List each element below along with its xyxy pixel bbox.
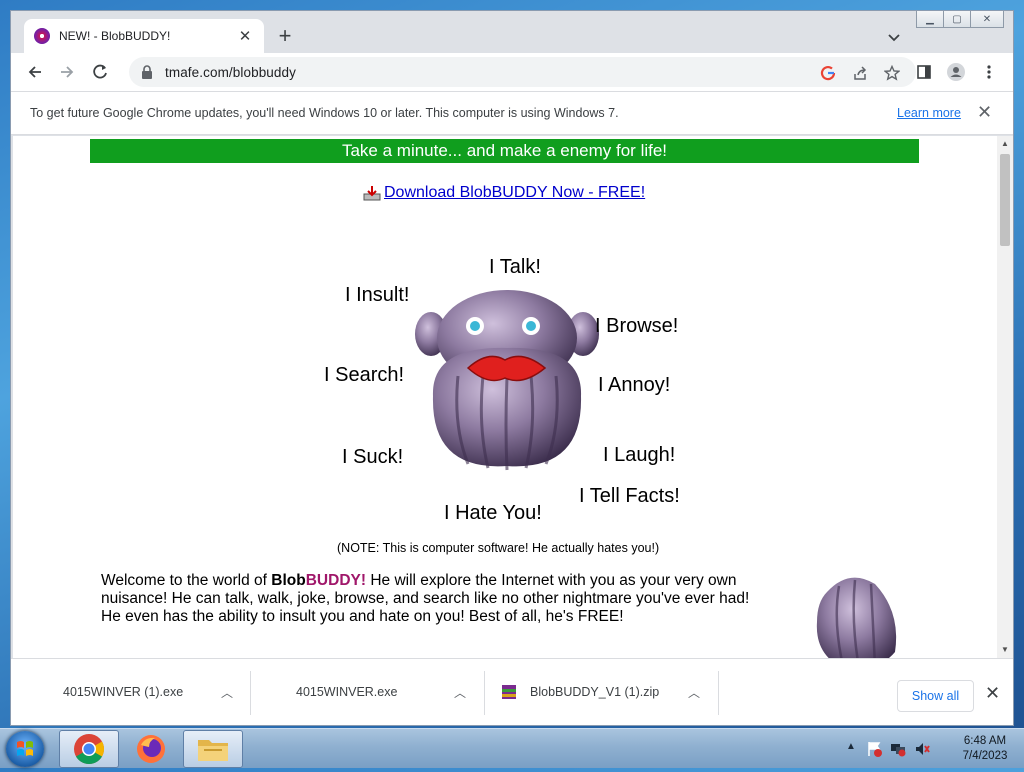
download-item[interactable]: 4015WINVER (1).exe ︿	[11, 659, 249, 725]
download-row: Download BlobBUDDY Now - FREE!	[363, 184, 645, 202]
infobar-close-icon[interactable]: ✕	[977, 102, 992, 123]
chevron-up-icon[interactable]: ︿	[688, 684, 700, 701]
tab-favicon-icon	[34, 28, 50, 44]
windows-logo-icon	[17, 741, 33, 756]
kebab-menu-icon	[987, 65, 991, 79]
label-insult: I Insult!	[345, 284, 410, 306]
menu-button[interactable]	[976, 60, 1002, 84]
label-suck: I Suck!	[342, 446, 404, 468]
blobbuddy-image	[415, 290, 599, 471]
label-search: I Search!	[324, 364, 405, 386]
blob-side-image	[816, 577, 897, 658]
firefox-icon	[137, 735, 165, 763]
minimize-button[interactable]: ▁	[916, 11, 944, 28]
scrollbar-thumb[interactable]	[1000, 154, 1010, 246]
address-bar[interactable]: tmafe.com/blobbuddy	[129, 57, 916, 87]
taskbar-firefox[interactable]	[121, 730, 181, 768]
reload-button[interactable]	[87, 60, 113, 84]
back-button[interactable]	[22, 60, 48, 84]
forward-arrow-icon	[61, 66, 74, 78]
reload-icon	[93, 64, 107, 79]
download-filename: BlobBUDDY_V1 (1).zip	[530, 685, 660, 699]
maximize-button[interactable]: ▢	[943, 11, 971, 28]
tray-expand-icon[interactable]: ▲	[846, 741, 856, 752]
download-filename: 4015WINVER (1).exe	[63, 685, 184, 699]
download-filename: 4015WINVER.exe	[296, 685, 398, 699]
page-scrollbar[interactable]: ▲ ▼	[997, 136, 1013, 658]
start-button[interactable]	[6, 731, 44, 767]
brand-buddy: BUDDY!	[305, 572, 367, 589]
system-tray: ▲ 6:48 AM 7/4/2023	[840, 729, 1024, 769]
scroll-up-icon[interactable]: ▲	[1001, 139, 1009, 148]
share-icon[interactable]	[851, 64, 869, 82]
url-text: tmafe.com/blobbuddy	[165, 64, 296, 80]
chevron-up-icon[interactable]: ︿	[221, 684, 233, 701]
label-laugh: I Laugh!	[603, 444, 676, 466]
shelf-divider	[718, 671, 719, 715]
download-shelf: 4015WINVER (1).exe ︿ 4015WINVER.exe ︿ Bl…	[11, 658, 1013, 725]
chrome-icon	[74, 734, 105, 765]
clock[interactable]: 6:48 AM 7/4/2023	[948, 734, 1022, 764]
side-panel-button[interactable]	[911, 60, 937, 84]
download-icon	[363, 186, 381, 201]
tab-blobbuddy[interactable]: NEW! - BlobBUDDY! ✕	[24, 19, 264, 53]
lock-icon	[142, 65, 152, 79]
taskbar-chrome[interactable]	[59, 730, 119, 768]
update-infobar: To get future Google Chrome updates, you…	[11, 91, 1013, 135]
tab-close-icon[interactable]: ✕	[236, 27, 254, 45]
welcome-intro: Welcome to the world of	[101, 572, 272, 589]
note-text: (NOTE: This is computer software! He act…	[337, 541, 660, 555]
download-item[interactable]: 4015WINVER.exe ︿	[251, 659, 483, 725]
network-icon[interactable]	[890, 741, 906, 757]
tab-search-button[interactable]	[883, 27, 905, 47]
sidepanel-icon	[917, 65, 931, 79]
taskbar-explorer[interactable]	[183, 730, 243, 768]
clock-time: 6:48 AM	[963, 735, 1007, 747]
folder-icon	[198, 740, 228, 761]
clock-date: 7/4/2023	[962, 750, 1008, 762]
brand-blob: Blob	[271, 572, 306, 589]
download-item[interactable]: BlobBUDDY_V1 (1).zip ︿	[485, 659, 717, 725]
star-icon[interactable]	[883, 64, 901, 82]
close-window-button[interactable]: ✕	[970, 11, 1004, 28]
learn-more-link[interactable]: Learn more	[897, 106, 961, 120]
label-browse: I Browse!	[595, 315, 679, 337]
forward-button[interactable]	[54, 60, 80, 84]
browser-window: NEW! - BlobBUDDY! ✕ + ▁ ▢ ✕ tmafe.com/bl…	[10, 10, 1014, 726]
label-hate: I Hate You!	[444, 502, 542, 524]
banner: Take a minute... and make a enemy for li…	[90, 139, 919, 163]
taskbar: ▲ 6:48 AM 7/4/2023	[0, 728, 1024, 768]
scroll-down-icon[interactable]: ▼	[1001, 645, 1009, 654]
back-arrow-icon	[28, 66, 41, 78]
shelf-close-icon[interactable]: ✕	[985, 683, 1000, 704]
profile-icon	[947, 63, 965, 81]
new-tab-button[interactable]: +	[273, 25, 297, 49]
browser-toolbar: tmafe.com/blobbuddy	[11, 53, 1013, 91]
profile-button[interactable]	[943, 60, 969, 84]
tab-title: NEW! - BlobBUDDY!	[59, 29, 171, 43]
tab-strip: NEW! - BlobBUDDY! ✕ + ▁ ▢ ✕	[11, 11, 1013, 53]
label-talk: I Talk!	[489, 256, 541, 278]
google-icon[interactable]	[819, 64, 837, 82]
show-all-button[interactable]: Show all	[897, 680, 974, 712]
action-center-icon[interactable]	[866, 741, 882, 757]
label-annoy: I Annoy!	[598, 374, 671, 396]
chevron-down-icon	[888, 34, 900, 42]
label-tell-facts: I Tell Facts!	[579, 485, 680, 507]
winrar-icon	[502, 685, 516, 699]
welcome-paragraph: Welcome to the world of BlobBUDDY! He wi…	[101, 572, 773, 626]
volume-muted-icon[interactable]	[914, 741, 930, 757]
chevron-up-icon[interactable]: ︿	[454, 684, 466, 701]
download-link[interactable]: Download BlobBUDDY Now - FREE!	[384, 184, 645, 202]
infobar-message: To get future Google Chrome updates, you…	[30, 106, 619, 120]
page-viewport: Take a minute... and make a enemy for li…	[13, 136, 997, 658]
